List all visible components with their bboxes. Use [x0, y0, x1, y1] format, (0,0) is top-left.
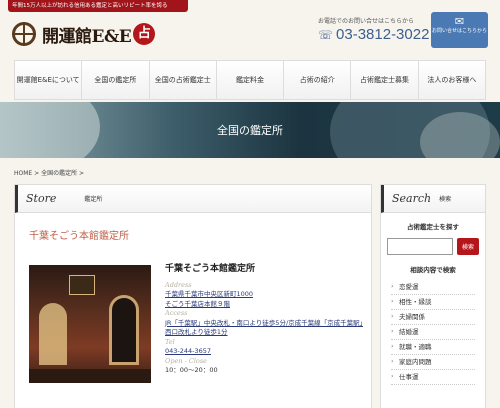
mail-icon: ✉ — [454, 15, 465, 28]
nav-item-techniques[interactable]: 占術の紹介 — [284, 61, 352, 99]
address-line[interactable]: そごう千葉店本館９階 — [165, 300, 365, 310]
photo-arch — [39, 303, 67, 365]
store-section: Store 鑑定所 千葉そごう本館鑑定所 千葉そごう本館鑑定所 Address … — [14, 184, 372, 408]
contact-button[interactable]: ✉ お問い合せはこちらから — [431, 12, 488, 48]
category-item[interactable]: 家庭内問題 — [391, 355, 475, 370]
store-title: 千葉そごう本館鑑定所 — [29, 231, 129, 242]
tagline-banner: 年間15万人以上が訪れる信用ある鑑定と高いリピート率を誇る — [8, 0, 188, 12]
category-item[interactable]: 仕事運 — [391, 370, 475, 385]
site-logo[interactable]: 開運館E&E 占 — [12, 20, 156, 48]
search-input[interactable] — [387, 238, 453, 255]
tel-note: お電話でのお問い合せはこちらから — [318, 18, 415, 25]
breadcrumb-home[interactable]: HOME — [14, 170, 32, 177]
sidebar-heading-en: Search — [392, 192, 432, 205]
global-nav: 開運館E&Eについて 全国の鑑定所 全国の占術鑑定士 鑑定料金 占術の紹介 占術… — [14, 60, 486, 100]
category-item[interactable]: 相性・縁談 — [391, 295, 475, 310]
category-item[interactable]: 就職・適職 — [391, 340, 475, 355]
nav-item-fortunetellers[interactable]: 全国の占術鑑定士 — [149, 61, 217, 99]
sidebar-header: Search 検索 — [381, 185, 485, 213]
access-text[interactable]: JR「千葉駅」中央改札・南口より徒歩5分/京成千葉線「京成千葉駅」西口改札より徒… — [165, 319, 365, 338]
breadcrumb-separator: > — [34, 170, 40, 177]
category-item[interactable]: 恋愛運 — [391, 280, 475, 295]
store-name: 千葉そごう本館鑑定所 — [165, 264, 256, 274]
sidebar-search: Search 検索 占術鑑定士を探す 検索 相談内容で検索 恋愛運 相性・縁談 … — [380, 184, 486, 408]
store-tel[interactable]: 043-244-3657 — [165, 347, 365, 357]
tel-label: Tel — [165, 337, 175, 346]
phone-number: 03-3812-3022 — [336, 26, 430, 43]
category-item[interactable]: 結婚運 — [391, 325, 475, 340]
ship-wheel-icon — [12, 22, 36, 46]
breadcrumb-separator: > — [79, 170, 85, 177]
search-button[interactable]: 検索 — [457, 238, 479, 255]
sidebar-heading-ja: 検索 — [439, 196, 452, 203]
nav-item-corporate[interactable]: 法人のお客様へ — [418, 61, 485, 99]
photo-arch — [109, 295, 139, 365]
phone-icon: ☏ — [318, 27, 334, 42]
find-fortuneteller-label: 占術鑑定士を探す — [407, 223, 459, 231]
category-list: 恋愛運 相性・縁談 夫婦関係 結婚運 就職・適職 家庭内問題 仕事運 — [381, 280, 485, 385]
hero-banner: 全国の鑑定所 — [0, 102, 500, 158]
section-heading-ja: 鑑定所 — [84, 196, 103, 203]
search-row: 検索 — [387, 238, 479, 255]
page-title: 全国の鑑定所 — [217, 124, 283, 137]
store-photo — [29, 265, 151, 383]
nav-item-about[interactable]: 開運館E&Eについて — [15, 61, 83, 99]
photo-sign — [69, 275, 95, 295]
store-hours: 10：00～20：00 — [165, 366, 218, 374]
logo-seal-icon: 占 — [133, 23, 156, 45]
section-heading-en: Store — [26, 192, 57, 205]
nav-item-recruit[interactable]: 占術鑑定士募集 — [351, 61, 419, 99]
nav-item-offices[interactable]: 全国の鑑定所 — [82, 61, 150, 99]
hours-label: Open - Close — [165, 356, 207, 365]
category-title: 相談内容で検索 — [410, 266, 456, 274]
nav-item-fees[interactable]: 鑑定料金 — [216, 61, 285, 99]
breadcrumb-current[interactable]: 全国の鑑定所 — [41, 170, 77, 177]
photo-floor — [29, 369, 151, 383]
contact-button-label: お問い合せはこちらから — [431, 28, 487, 34]
store-info: 千葉そごう本館鑑定所 Address 千葉県千葉市中央区新町1000 そごう千葉… — [165, 264, 365, 376]
store-section-header: Store 鑑定所 — [15, 185, 371, 213]
address-line[interactable]: 千葉県千葉市中央区新町1000 — [165, 290, 365, 300]
access-label: Access — [165, 309, 188, 317]
category-item[interactable]: 夫婦関係 — [391, 310, 475, 325]
header-phone[interactable]: ☏ 03-3812-3022 — [318, 26, 429, 43]
logo-text: 開運館E&E — [42, 26, 132, 47]
address-label: Address — [165, 280, 192, 289]
breadcrumb: HOME > 全国の鑑定所 > — [14, 168, 84, 177]
